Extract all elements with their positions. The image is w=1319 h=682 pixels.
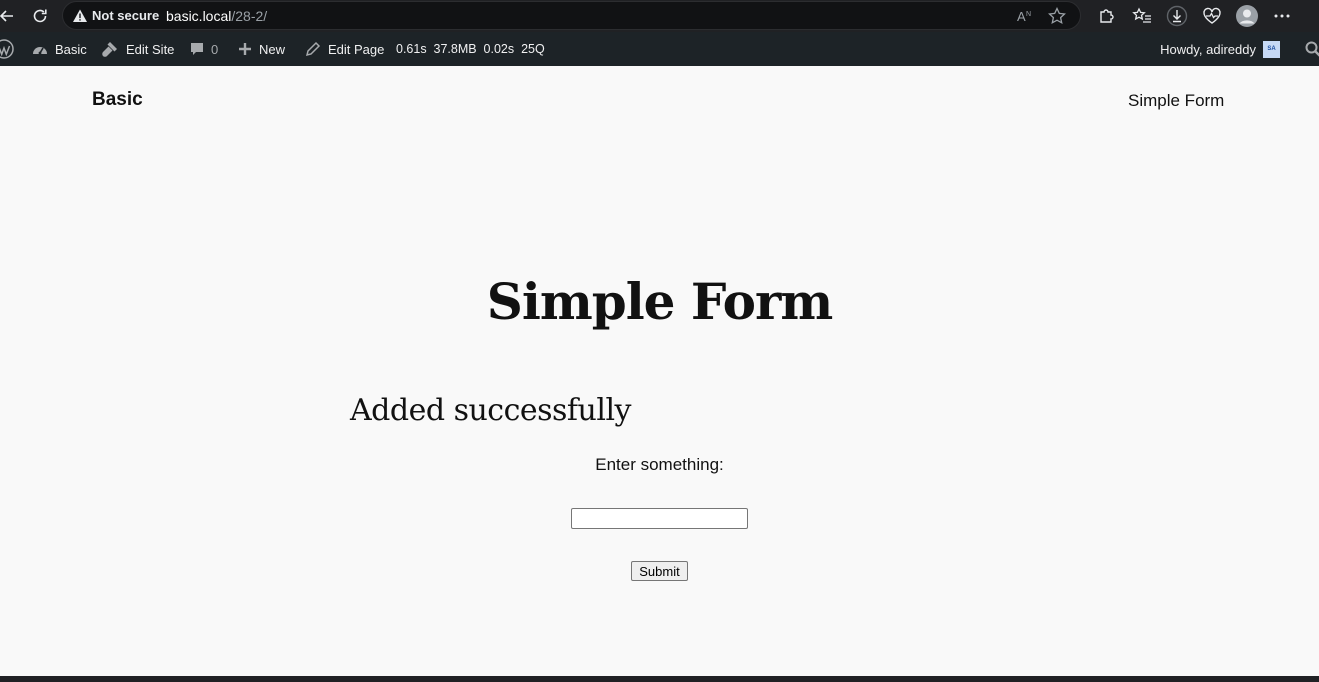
url-host: basic.local xyxy=(166,8,232,24)
new-label: New xyxy=(259,41,286,57)
comments-count: 0 xyxy=(211,41,219,57)
heart-pulse-icon xyxy=(1203,7,1221,24)
back-button[interactable] xyxy=(0,1,22,31)
more-dots-icon xyxy=(1274,14,1290,18)
downloads-button[interactable] xyxy=(1164,3,1190,29)
extensions-button[interactable] xyxy=(1094,3,1120,29)
comments-link[interactable]: 0 xyxy=(189,32,218,66)
site-name-menu[interactable]: Basic xyxy=(31,32,87,66)
brush-icon xyxy=(102,42,117,57)
security-label[interactable]: Not secure xyxy=(92,8,159,23)
site-title[interactable]: Basic xyxy=(92,89,143,111)
window-bottom-edge xyxy=(0,676,1319,682)
reload-icon xyxy=(33,9,47,23)
search-icon[interactable] xyxy=(1305,41,1319,57)
favorites-button[interactable] xyxy=(1129,3,1155,29)
dashboard-gauge-icon xyxy=(33,47,47,55)
browser-essentials-button[interactable] xyxy=(1199,3,1225,29)
back-arrow-icon xyxy=(0,10,13,22)
comment-bubble-icon xyxy=(191,43,203,55)
svg-text:A: A xyxy=(1017,9,1026,24)
page-title: Simple Form xyxy=(486,272,834,331)
address-bar[interactable]: Not secure basic.local/28-2/ AN xyxy=(62,1,1081,30)
performance-stats: 0.61s 37.8MB 0.02s 25Q xyxy=(396,42,545,56)
svg-text:N: N xyxy=(1026,11,1031,18)
user-avatar: SA xyxy=(1263,40,1280,58)
my-account-menu[interactable]: Howdy, adireddy SA xyxy=(1160,32,1280,66)
url-path: /28-2/ xyxy=(231,8,268,24)
howdy-label: Howdy, adireddy xyxy=(1160,41,1256,57)
plus-icon xyxy=(239,43,251,55)
favorites-list-icon xyxy=(1132,7,1151,23)
reload-button[interactable] xyxy=(25,1,55,31)
profile-avatar-icon xyxy=(1236,5,1258,27)
edit-site-label: Edit Site xyxy=(126,41,175,57)
browser-toolbar: Not secure basic.local/28-2/ AN xyxy=(0,0,1319,32)
settings-more-button[interactable] xyxy=(1269,3,1295,29)
pencil-icon xyxy=(305,41,321,57)
wordpress-logo-icon xyxy=(0,39,14,59)
warning-icon xyxy=(73,9,87,22)
submit-button[interactable]: Submit xyxy=(631,561,688,581)
query-monitor-stats[interactable]: 0.61s 37.8MB 0.02s 25Q xyxy=(396,32,545,66)
wp-logo-menu[interactable] xyxy=(0,32,14,66)
form-label: Enter something: xyxy=(595,455,724,474)
edit-page-label: Edit Page xyxy=(328,41,385,57)
puzzle-icon xyxy=(1100,9,1114,23)
edit-page-link[interactable]: Edit Page xyxy=(304,32,384,66)
favorite-star-icon[interactable] xyxy=(1048,7,1066,25)
url-text[interactable]: basic.local/28-2/ xyxy=(166,8,267,24)
new-content-menu[interactable]: New xyxy=(237,32,285,66)
profile-button[interactable] xyxy=(1234,3,1260,29)
read-aloud-icon[interactable]: AN xyxy=(1016,7,1034,25)
text-input[interactable] xyxy=(571,508,748,529)
success-message: Added successfully xyxy=(350,393,632,428)
nav-link-simple-form[interactable]: Simple Form xyxy=(1128,91,1224,111)
wp-admin-bar: Basic Edit Site 0 New Edit Page 0.61s 37… xyxy=(0,32,1319,66)
site-name-label: Basic xyxy=(55,41,87,57)
edit-site-link[interactable]: Edit Site xyxy=(100,32,174,66)
download-icon xyxy=(1166,5,1188,27)
